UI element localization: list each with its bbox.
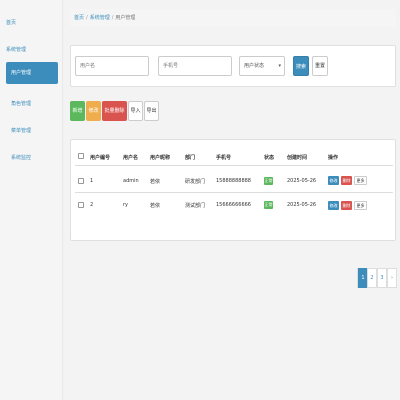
status-badge: 正常: [264, 177, 273, 185]
breadcrumb-home[interactable]: 首页: [74, 15, 84, 21]
cell-phone: 15666666666: [216, 202, 251, 208]
select-all-checkbox[interactable]: [78, 153, 84, 159]
pagination-page-3[interactable]: 3: [377, 268, 387, 288]
export-button[interactable]: 导出: [144, 101, 159, 121]
cell-nickname: 若依: [150, 203, 161, 209]
sidebar-item-role-management[interactable]: 角色管理: [11, 100, 31, 107]
batch-delete-button[interactable]: 批量删除: [102, 101, 127, 121]
cell-id: 2: [90, 202, 94, 208]
sidebar-item-user-management[interactable]: 用户管理: [6, 62, 58, 84]
cell-phone: 15888888888: [216, 178, 251, 184]
sidebar-group-system[interactable]: 系统管理: [6, 46, 26, 53]
chevron-down-icon: ▾: [278, 63, 281, 69]
cell-id: 1: [90, 178, 94, 184]
sidebar: 首页 系统管理 用户管理 角色管理 菜单管理 系统监控: [0, 0, 63, 400]
cell-created: 2025-05-26: [287, 202, 317, 208]
table-header-divider: [75, 165, 393, 166]
edit-button[interactable]: 修改: [86, 101, 101, 121]
row-checkbox[interactable]: [78, 202, 84, 208]
row-more-button[interactable]: 更多: [354, 176, 367, 185]
column-header-actions: 操作: [328, 155, 339, 161]
status-badge: 正常: [264, 201, 273, 209]
add-button[interactable]: 新增: [70, 101, 85, 121]
status-select[interactable]: 用户状态 ▾: [239, 56, 285, 76]
column-header-phone: 手机号: [216, 155, 232, 161]
sidebar-item-system-monitor[interactable]: 系统监控: [11, 154, 31, 161]
column-header-created: 创建时间: [287, 155, 308, 161]
reset-button[interactable]: 重置: [312, 56, 328, 76]
column-header-id: 用户编号: [90, 155, 111, 161]
column-header-nickname: 用户昵称: [150, 155, 171, 161]
breadcrumb-system[interactable]: 系统管理: [90, 15, 110, 21]
row-checkbox[interactable]: [78, 178, 84, 184]
search-panel: 用户状态 ▾ 搜索 重置: [70, 45, 396, 87]
sidebar-item-home[interactable]: 首页: [6, 19, 16, 26]
row-edit-button[interactable]: 修改: [328, 201, 339, 210]
sidebar-item-menu-management[interactable]: 菜单管理: [11, 127, 31, 134]
row-edit-button[interactable]: 修改: [328, 176, 339, 185]
row-more-button[interactable]: 更多: [354, 201, 367, 210]
column-header-username: 用户名: [123, 155, 139, 161]
pagination-next[interactable]: ›: [387, 268, 397, 288]
cell-created: 2025-05-26: [287, 178, 317, 184]
column-header-dept: 部门: [185, 155, 196, 161]
pagination-page-2[interactable]: 2: [367, 268, 377, 288]
row-divider: [75, 192, 393, 193]
cell-dept: 测试部门: [185, 203, 206, 209]
column-header-status: 状态: [264, 155, 275, 161]
cell-nickname: 若依: [150, 179, 161, 185]
cell-username: admin: [123, 178, 139, 184]
username-search-input[interactable]: [75, 56, 149, 76]
status-select-value: 用户状态: [244, 63, 265, 69]
import-button[interactable]: 导入: [128, 101, 143, 121]
breadcrumb: 首页 / 系统管理 / 用户管理: [70, 9, 396, 27]
row-delete-button[interactable]: 删除: [341, 176, 352, 185]
cell-username: ry: [123, 202, 129, 208]
cell-dept: 研发部门: [185, 179, 206, 185]
phone-search-input[interactable]: [158, 56, 232, 76]
user-table: 用户编号 用户名 用户昵称 部门 手机号 状态 创建时间 操作 1 admin …: [70, 139, 396, 241]
row-delete-button[interactable]: 删除: [341, 201, 352, 210]
breadcrumb-current: 用户管理: [115, 15, 136, 21]
search-button[interactable]: 搜索: [293, 56, 309, 76]
